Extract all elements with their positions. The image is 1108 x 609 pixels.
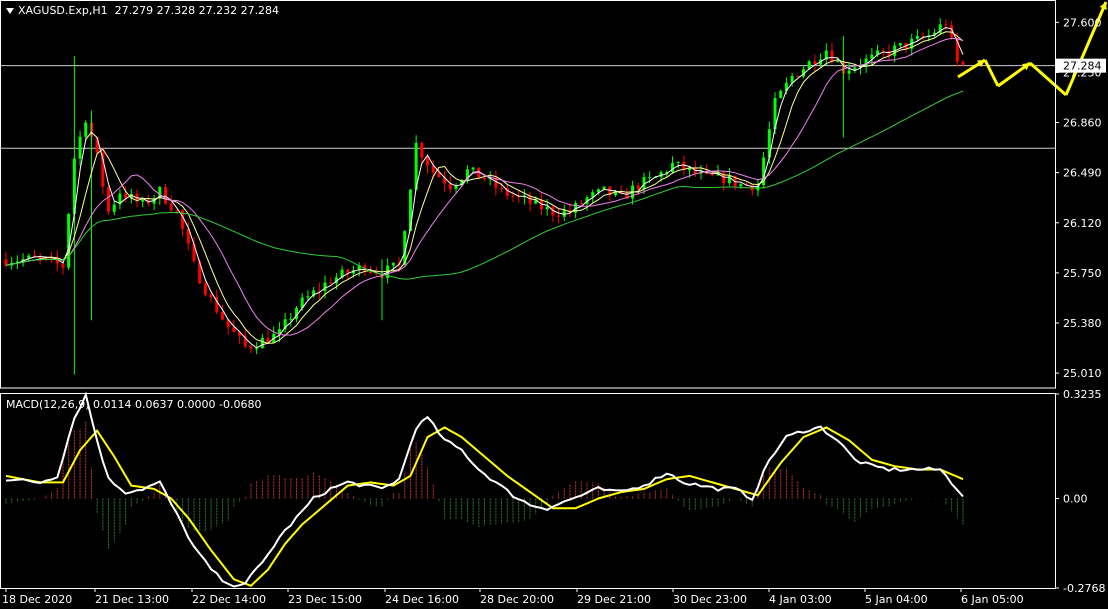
- candle-body: [545, 206, 549, 210]
- time-tick-label: 24 Dec 16:00: [385, 593, 459, 606]
- candle-body: [511, 195, 515, 197]
- candle-body: [209, 294, 213, 298]
- candle-body: [107, 186, 111, 212]
- candle-body: [164, 187, 167, 204]
- candle-body: [870, 54, 874, 59]
- candle-body: [915, 35, 919, 39]
- candle-body: [289, 318, 293, 320]
- candle-body: [249, 346, 253, 349]
- time-tick-label: 30 Dec 23:00: [673, 593, 747, 606]
- candle-body: [95, 137, 99, 153]
- candle-body: [898, 43, 902, 46]
- candle-body: [4, 259, 8, 266]
- candle-body: [830, 50, 834, 63]
- candle-body: [528, 195, 532, 204]
- candle-body: [739, 184, 743, 187]
- candle-body: [670, 162, 674, 173]
- candle-body: [796, 75, 800, 77]
- candle-body: [61, 263, 65, 268]
- candle-body: [260, 337, 264, 349]
- macd-header: MACD(12,26,9) 0.0114 0.0637 0.0000 -0.06…: [6, 398, 262, 411]
- candle-body: [329, 282, 333, 284]
- candle-body: [306, 296, 310, 298]
- time-tick-label: 18 Dec 2020: [2, 593, 72, 606]
- candle-body: [676, 161, 680, 163]
- time-tick-label: 23 Dec 15:00: [288, 593, 362, 606]
- candle-body: [141, 199, 145, 202]
- price-tick-label: 25.380: [1063, 317, 1102, 330]
- time-tick-label: 6 Jan 05:00: [961, 593, 1024, 606]
- chart-background: [0, 0, 1108, 609]
- dropdown-triangle-icon[interactable]: [6, 8, 14, 14]
- candle-body: [203, 283, 207, 295]
- candle-body: [426, 157, 430, 166]
- price-tick-label: 26.860: [1063, 117, 1102, 130]
- price-tick-label: 26.120: [1063, 217, 1102, 230]
- macd-tick-label: 0.00: [1063, 493, 1088, 506]
- candle-body: [391, 262, 395, 266]
- candle-body: [255, 348, 259, 350]
- trading-chart[interactable]: 27.60027.23026.86026.49026.12025.75025.3…: [0, 0, 1108, 609]
- candle-body: [84, 122, 88, 137]
- candle-body: [420, 142, 424, 158]
- candle-body: [961, 61, 965, 65]
- symbol-header: XAGUSD.Exp,H1 27.279 27.328 27.232 27.28…: [6, 4, 279, 17]
- candle-body: [471, 167, 475, 170]
- candle-body: [779, 90, 783, 98]
- candle-body: [579, 202, 583, 204]
- candle-body: [881, 50, 885, 52]
- time-tick-label: 28 Dec 20:00: [480, 593, 554, 606]
- candle-body: [323, 282, 327, 291]
- time-tick-label: 22 Dec 14:00: [192, 593, 266, 606]
- macd-tick-label: -0.2768: [1063, 582, 1105, 595]
- candle-body: [112, 204, 116, 212]
- candle-body: [944, 24, 948, 26]
- candle-body: [483, 178, 486, 180]
- candle-body: [557, 215, 561, 217]
- candle-body: [369, 271, 373, 273]
- time-tick-label: 29 Dec 21:00: [577, 593, 651, 606]
- candle-body: [448, 183, 452, 190]
- price-tick-label: 25.750: [1063, 267, 1102, 280]
- candle-body: [648, 176, 652, 178]
- symbol-label: XAGUSD.Exp,H1: [18, 4, 108, 17]
- price-tick-label: 26.490: [1063, 167, 1102, 180]
- time-tick-label: 21 Dec 13:00: [95, 593, 169, 606]
- candle-body: [220, 312, 224, 320]
- candle-body: [836, 61, 840, 63]
- time-tick-label: 5 Jan 04:00: [865, 593, 928, 606]
- time-tick-label: 4 Jan 03:00: [769, 593, 832, 606]
- macd-tick-label: 0.3235: [1063, 388, 1102, 401]
- candle-body: [500, 187, 504, 189]
- price-tick-label: 27.600: [1063, 16, 1102, 29]
- candle-body: [847, 70, 851, 74]
- price-tick-label: 25.010: [1063, 367, 1102, 380]
- candle-body: [78, 136, 82, 159]
- ohlc-values: 27.279 27.328 27.232 27.284: [114, 4, 280, 17]
- candle-body: [169, 203, 173, 211]
- current-price-label: 27.284: [1063, 60, 1102, 73]
- candle-body: [636, 185, 640, 190]
